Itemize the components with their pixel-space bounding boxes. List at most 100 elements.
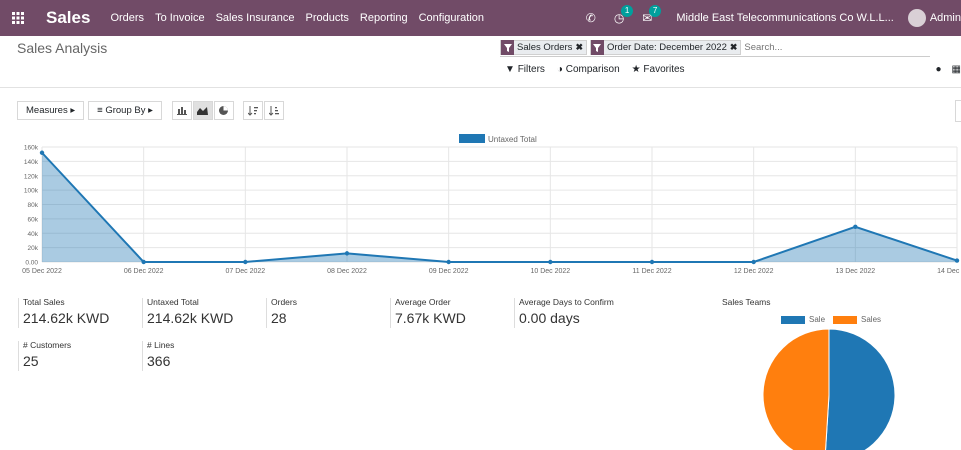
pie-slice-sale[interactable] (825, 328, 896, 450)
facet-label: Order Date: December 2022 (606, 42, 727, 53)
filter-icon: ▼ (505, 64, 515, 75)
kpi-label: Orders (271, 297, 297, 307)
kpi-label: # Customers (23, 340, 72, 350)
menu-item-sales-insurance[interactable]: Sales Insurance (216, 12, 295, 24)
kpi-value: 7.67k KWD (395, 310, 466, 326)
y-tick-label: 140k (24, 159, 39, 166)
view-switcher: ● ▦ (936, 64, 961, 75)
phone-icon[interactable]: ✆ (586, 11, 596, 25)
data-point[interactable] (39, 150, 45, 155)
menu-item-configuration[interactable]: Configuration (419, 12, 484, 24)
kpi-total-sales[interactable]: Total Sales 214.62k KWD (23, 297, 109, 326)
data-point[interactable] (649, 259, 655, 265)
y-tick-label: 100k (24, 188, 39, 195)
x-tick-label: 05 Dec 2022 (22, 268, 62, 275)
area-fill (42, 152, 957, 262)
legend-swatch (833, 315, 858, 324)
x-tick-label: 13 Dec 2022 (835, 268, 875, 275)
data-point[interactable] (446, 259, 451, 265)
measures-button[interactable]: Measures ▸ (17, 101, 85, 120)
y-tick-label: 0.00 (25, 260, 38, 267)
caret-right-icon: ▸ (70, 105, 76, 116)
kpi-customers[interactable]: # Customers 25 (23, 340, 71, 369)
kpi-label: Total Sales (23, 297, 65, 307)
y-tick-label: 40k (28, 231, 39, 238)
star-icon: ★ (631, 64, 641, 75)
y-tick-label: 20k (28, 245, 39, 252)
sort-ascending-icon[interactable] (263, 101, 284, 120)
kpi-divider (142, 298, 143, 328)
graph-toolbar: Measures ▸ ≡ Group By ▸ (17, 101, 285, 120)
kpi-average-order[interactable]: Average Order 7.67k KWD (395, 297, 466, 326)
x-tick-label: 11 Dec 2022 (632, 268, 671, 275)
kpi-untaxed-total[interactable]: Untaxed Total 214.62k KWD (147, 297, 233, 326)
menu-item-products[interactable]: Products (305, 12, 348, 24)
group-by-button[interactable]: ≡ Group By ▸ (88, 101, 162, 120)
x-tick-label: 08 Dec 2022 (327, 268, 367, 275)
company-switcher[interactable]: Middle East Telecommunications Co W.L.L.… (676, 12, 893, 24)
kpi-divider (266, 298, 267, 328)
kpi-label: Untaxed Total (147, 297, 199, 307)
x-tick-label: 12 Dec 2022 (734, 268, 774, 275)
messages-badge: 7 (648, 5, 662, 17)
sort-descending-icon[interactable] (242, 101, 263, 120)
facet-sales-orders: Sales Orders ✖ (500, 40, 587, 55)
x-tick-label: 14 Dec 2022 (937, 268, 961, 275)
kpi-divider (514, 298, 515, 328)
legend-swatch (459, 134, 485, 143)
pivot-view-icon[interactable]: ▦ (952, 64, 961, 75)
menu-item-to-invoice[interactable]: To Invoice (155, 12, 205, 24)
filters-button[interactable]: ▼ Filters (505, 64, 545, 75)
x-tick-label: 10 Dec 2022 (530, 268, 570, 275)
data-point[interactable] (751, 259, 756, 265)
data-point[interactable] (141, 259, 146, 265)
list-icon: ≡ (97, 105, 103, 116)
kpi-lines[interactable]: # Lines 366 (147, 340, 174, 369)
kpi-average-days-to-confirm[interactable]: Average Days to Confirm 0.00 days (519, 297, 614, 326)
pie-chart-icon[interactable] (213, 101, 234, 120)
favorites-button[interactable]: ★ Favorites (632, 64, 685, 75)
kpi-divider (142, 341, 143, 371)
filter-icon (501, 40, 514, 55)
facet-label: Sales Orders (517, 42, 573, 53)
data-point[interactable] (243, 259, 248, 265)
pie-title: Sales Teams (722, 297, 771, 307)
data-point[interactable] (344, 251, 350, 256)
data-point[interactable] (853, 224, 858, 229)
avatar[interactable] (907, 9, 926, 27)
search-input[interactable] (744, 40, 845, 55)
panel-edge (955, 100, 961, 122)
x-tick-label: 07 Dec 2022 (225, 268, 265, 275)
menu-item-orders[interactable]: Orders (110, 12, 144, 24)
pie-slice-sales[interactable] (762, 328, 830, 450)
y-tick-label: 80k (28, 202, 39, 209)
facet-order-date: Order Date: December 2022 ✖ (589, 40, 742, 55)
data-point[interactable] (548, 259, 553, 265)
activity-icon[interactable]: ◷ 1 (614, 5, 634, 25)
app-name[interactable]: Sales (46, 8, 90, 28)
legend-label: Sales (861, 315, 882, 324)
kpi-label: # Lines (147, 340, 175, 350)
data-point[interactable] (954, 258, 960, 263)
apps-menu-icon[interactable] (0, 0, 36, 36)
y-tick-label: 120k (24, 173, 39, 180)
control-panel: Sales Analysis Sales Orders ✖ Order Date… (0, 36, 961, 88)
area-chart-icon[interactable] (192, 101, 213, 120)
caret-right-icon: ▸ (148, 105, 153, 116)
y-tick-label: 160k (24, 145, 39, 152)
bar-chart-icon[interactable] (171, 101, 192, 120)
kpi-divider (390, 298, 391, 328)
navbar-systray: ✆ ◷ 1 ✉ 7 Middle East Telecommunications C… (586, 0, 961, 36)
dashboard-view-icon[interactable]: ● (936, 64, 942, 75)
user-menu[interactable]: Admin (930, 12, 961, 24)
remove-facet-icon[interactable]: ✖ (730, 42, 738, 53)
kpi-orders[interactable]: Orders 28 (271, 297, 297, 326)
remove-facet-icon[interactable]: ✖ (575, 42, 583, 53)
menu-item-reporting[interactable]: Reporting (360, 12, 408, 24)
kpi-divider (18, 298, 19, 328)
top-navbar: Sales Orders To Invoice Sales Insurance … (0, 0, 961, 36)
comparison-button[interactable]: ◑ Comparison (557, 64, 620, 75)
area-chart: Untaxed Total 0.00 20k 40k 60k 80k 100k 120k 14… (22, 134, 961, 275)
messages-icon[interactable]: ✉ 7 (642, 5, 662, 25)
x-tick-label: 09 Dec 2022 (429, 268, 469, 275)
